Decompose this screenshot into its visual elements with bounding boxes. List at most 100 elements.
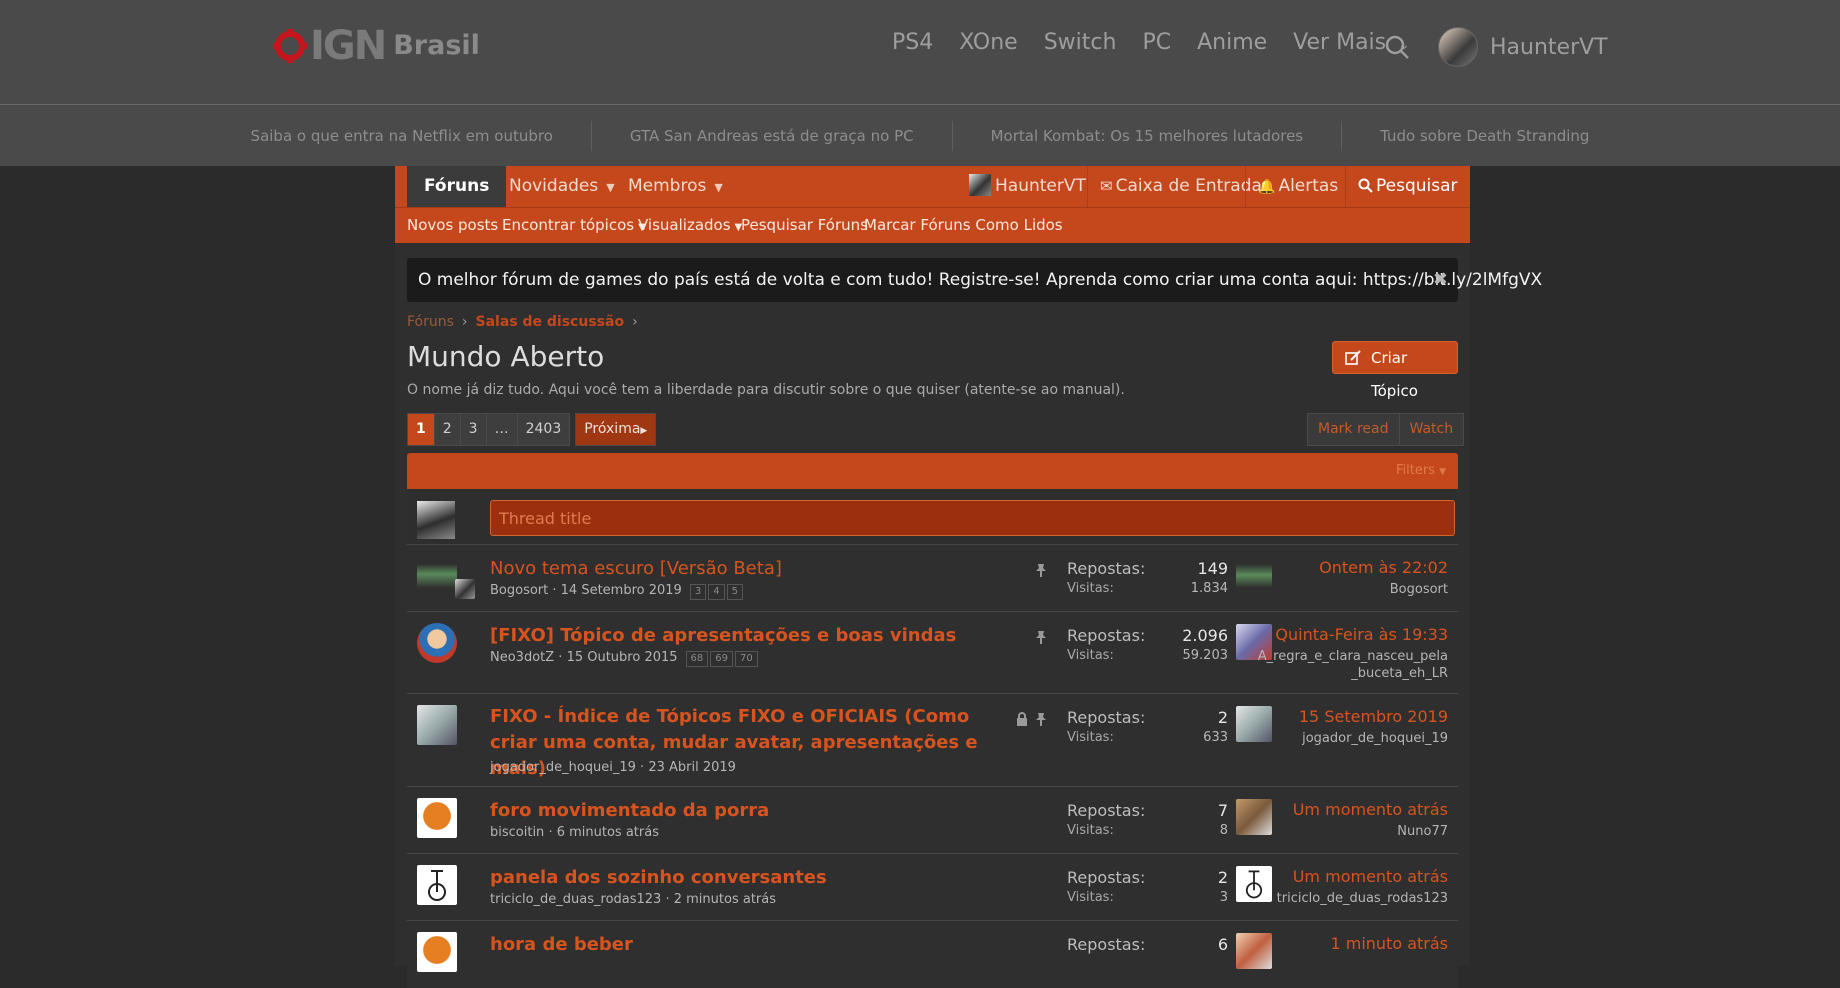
- last-post-time[interactable]: Quinta-Feira às 19:33: [1275, 625, 1448, 644]
- replies-label: Repostas:: [1067, 935, 1146, 954]
- thread-author[interactable]: jogador_de_hoquei_19: [490, 760, 636, 775]
- close-icon[interactable]: ✖: [1433, 258, 1448, 302]
- page-last[interactable]: 2403: [516, 413, 571, 446]
- last-post-time[interactable]: Um momento atrás: [1293, 867, 1448, 886]
- tab-members[interactable]: Membros ▼: [628, 166, 723, 207]
- filters-dropdown[interactable]: Filters ▼: [1396, 453, 1446, 490]
- subnav-search-forums[interactable]: Pesquisar Fóruns: [741, 208, 868, 242]
- site-header: IGN Brasil PS4 XOne Switch PC Anime Ver …: [0, 0, 1840, 105]
- search-icon[interactable]: [1384, 34, 1410, 60]
- thread-date: 2 minutos atrás: [673, 892, 776, 907]
- create-thread-button[interactable]: Criar Tópico: [1332, 341, 1458, 400]
- tab-forums[interactable]: Fóruns: [407, 166, 507, 207]
- thread-page-link[interactable]: 69: [710, 651, 733, 667]
- last-post-time[interactable]: Ontem às 22:02: [1319, 558, 1448, 577]
- page-ellipsis[interactable]: …: [485, 413, 518, 446]
- chevron-right-icon: ›: [461, 314, 468, 330]
- envelope-icon: ✉: [1100, 177, 1113, 195]
- thread-author[interactable]: Neo3dotZ: [490, 650, 554, 665]
- last-poster-name[interactable]: triciclo_de_duas_rodas123: [1277, 890, 1448, 907]
- thread-author[interactable]: triciclo_de_duas_rodas123: [490, 892, 661, 907]
- subnav-viewed[interactable]: Visualizados ▼: [638, 208, 742, 245]
- user-menu[interactable]: HaunterVT: [1438, 27, 1608, 67]
- subnav-find-threads[interactable]: Encontrar tópicos ▼: [502, 208, 646, 245]
- thread-page-link[interactable]: 3: [689, 584, 707, 600]
- last-poster-name[interactable]: Bogosort: [1390, 581, 1448, 598]
- next-page-button[interactable]: Próxima▶: [575, 413, 657, 446]
- replies-label: Repostas:: [1067, 559, 1146, 578]
- thread-title[interactable]: Novo tema escuro [Versão Beta]: [490, 558, 782, 579]
- thread-author[interactable]: Bogosort: [490, 583, 548, 598]
- nav-ps4[interactable]: PS4: [892, 30, 933, 55]
- last-poster-avatar[interactable]: [1236, 866, 1272, 902]
- thread-row[interactable]: hora de beber Repostas: 6 1 minuto atrás: [407, 921, 1458, 988]
- avatar: [417, 501, 455, 539]
- alerts-link[interactable]: 🔔 Alertas: [1245, 166, 1350, 207]
- avatar: [1438, 27, 1478, 67]
- trending-link[interactable]: Saiba o que entra na Netflix em outubro: [213, 120, 592, 151]
- last-post-time[interactable]: Um momento atrás: [1293, 800, 1448, 819]
- thread-author[interactable]: biscoitin: [490, 825, 544, 840]
- breadcrumb-forums[interactable]: Fóruns: [407, 314, 454, 330]
- last-poster-avatar[interactable]: [1236, 706, 1272, 742]
- thread-row[interactable]: panela dos sozinho conversantes triciclo…: [407, 854, 1458, 921]
- trending-link[interactable]: Mortal Kombat: Os 15 melhores lutadores: [953, 120, 1343, 151]
- ign-logo[interactable]: IGN Brasil: [272, 24, 480, 68]
- trending-link[interactable]: GTA San Andreas está de graça no PC: [592, 120, 953, 151]
- replies-label: Repostas:: [1067, 626, 1146, 645]
- views-label: Visitas:: [1067, 581, 1114, 596]
- page-2[interactable]: 2: [433, 413, 461, 446]
- thread-page-link[interactable]: 70: [735, 651, 758, 667]
- breadcrumb-section[interactable]: Salas de discussão: [476, 314, 625, 330]
- subnav-new-posts[interactable]: Novos posts: [407, 208, 498, 242]
- subnav-find-threads-label: Encontrar tópicos: [502, 216, 635, 234]
- last-poster-name[interactable]: A_regra_e_clara_nasceu_pela _buceta_eh_LR: [1258, 648, 1448, 682]
- tab-news[interactable]: Novidades ▼: [509, 166, 615, 207]
- last-poster-name[interactable]: Nuno77: [1397, 823, 1448, 840]
- search-icon: [1358, 178, 1373, 193]
- last-post-time[interactable]: 1 minuto atrás: [1330, 934, 1448, 953]
- last-poster-avatar[interactable]: [1236, 557, 1272, 593]
- last-post-time[interactable]: 15 Setembro 2019: [1299, 707, 1448, 726]
- thread-page-link[interactable]: 5: [726, 584, 743, 600]
- last-poster-avatar[interactable]: [1236, 799, 1272, 835]
- thread-date: 6 minutos atrás: [556, 825, 659, 840]
- trending-link[interactable]: Tudo sobre Death Stranding: [1342, 121, 1627, 151]
- thread-title[interactable]: [FIXO] Tópico de apresentações e boas vi…: [490, 625, 956, 646]
- thread-page-link[interactable]: 4: [708, 584, 725, 600]
- inbox-label: Caixa de Entrada: [1115, 176, 1262, 196]
- replies-label: Repostas:: [1067, 708, 1146, 727]
- page-3[interactable]: 3: [459, 413, 487, 446]
- last-poster-avatar[interactable]: [1236, 933, 1272, 969]
- views-label: Visitas:: [1067, 730, 1114, 745]
- forum-user-link[interactable]: HaunterVT: [957, 166, 1098, 207]
- mark-read-button[interactable]: Mark read: [1307, 413, 1400, 446]
- nav-xone[interactable]: XOne: [959, 30, 1017, 55]
- subnav-mark-read[interactable]: Marcar Fóruns Como Lidos: [864, 208, 1063, 242]
- avatar: [417, 865, 457, 905]
- thread-title[interactable]: foro movimentado da porra: [490, 800, 769, 821]
- thread-row[interactable]: [FIXO] Tópico de apresentações e boas vi…: [407, 612, 1458, 694]
- nav-pc[interactable]: PC: [1142, 30, 1171, 55]
- nav-switch[interactable]: Switch: [1044, 30, 1117, 55]
- views-count: 3: [1219, 890, 1228, 905]
- thread-title[interactable]: panela dos sozinho conversantes: [490, 867, 827, 888]
- next-page-label: Próxima: [584, 421, 641, 437]
- search-link[interactable]: Pesquisar: [1345, 166, 1470, 207]
- last-poster-name[interactable]: jogador_de_hoquei_19: [1302, 730, 1448, 747]
- thread-page-link[interactable]: 68: [685, 651, 709, 667]
- thread-row[interactable]: Novo tema escuro [Versão Beta] Bogosort …: [407, 545, 1458, 612]
- thread-title[interactable]: hora de beber: [490, 934, 633, 955]
- thread-row[interactable]: foro movimentado da porra biscoitin · 6 …: [407, 787, 1458, 854]
- views-count: 8: [1219, 823, 1228, 838]
- notice-banner: O melhor fórum de games do país está de …: [407, 258, 1542, 302]
- logo-subtitle: Brasil: [393, 30, 480, 61]
- thread-page-links: 345: [689, 583, 745, 600]
- thread-row[interactable]: FIXO - Índice de Tópicos FIXO e OFICIAIS…: [407, 694, 1458, 787]
- thread-meta: Neo3dotZ · 15 Outubro 2015 68 69 70: [490, 650, 760, 667]
- nav-anime[interactable]: Anime: [1197, 30, 1267, 55]
- replies-count: 149: [1197, 559, 1228, 578]
- thread-title-input[interactable]: [490, 500, 1455, 536]
- watch-button[interactable]: Watch: [1398, 413, 1465, 446]
- page-1[interactable]: 1: [407, 413, 435, 446]
